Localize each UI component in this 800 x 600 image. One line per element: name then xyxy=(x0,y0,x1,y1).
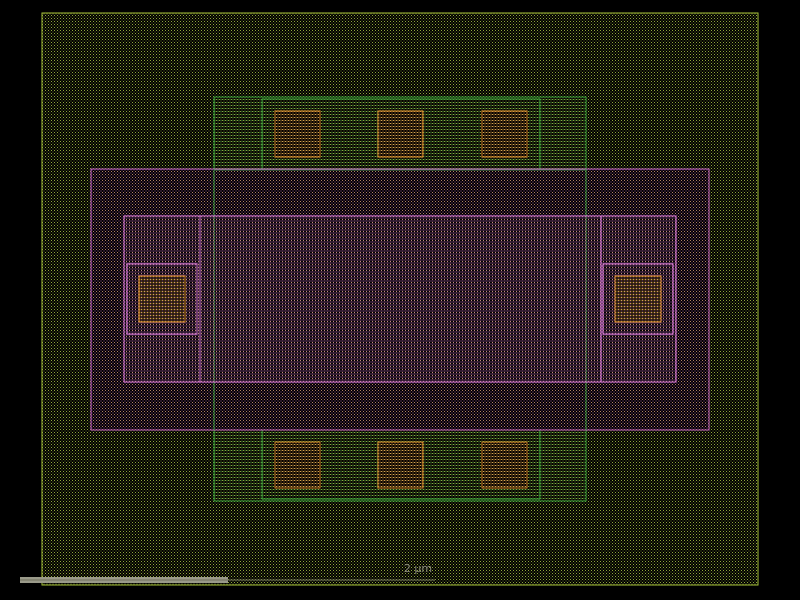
contact-top-2[interactable] xyxy=(377,110,424,158)
contact-bottom-1[interactable] xyxy=(274,441,321,489)
layout-canvas[interactable]: 2 µm xyxy=(0,0,800,600)
contact-right[interactable] xyxy=(614,275,662,323)
scale-bar-label: 2 µm xyxy=(404,562,432,575)
contact-bottom-3[interactable] xyxy=(481,441,528,489)
contact-top-1[interactable] xyxy=(274,110,321,158)
contact-top-3[interactable] xyxy=(481,110,528,158)
contact-left[interactable] xyxy=(138,275,186,323)
gate-region[interactable] xyxy=(123,215,677,383)
contact-bottom-2[interactable] xyxy=(377,441,424,489)
